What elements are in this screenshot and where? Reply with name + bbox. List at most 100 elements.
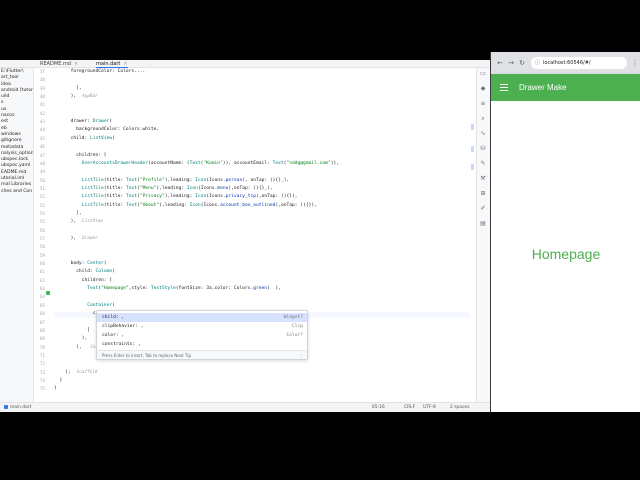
code-line: ListTile(title: Text("Profile"),leading:… bbox=[54, 177, 290, 184]
app-bar-title: Drawer Make bbox=[519, 83, 567, 92]
line-number: 73 bbox=[39, 370, 45, 376]
code-token: ), bbox=[70, 219, 77, 225]
file-encoding[interactable]: UTF-8 bbox=[423, 403, 436, 412]
editor-tab-bar: README.md × main.dart × bbox=[0, 60, 490, 68]
closing-label-hint: Drawer bbox=[82, 236, 98, 241]
doc-icon[interactable]: ▤ bbox=[479, 220, 487, 227]
code-token: ListTile bbox=[81, 185, 104, 191]
forward-icon[interactable]: → bbox=[506, 57, 516, 69]
scroll-marker bbox=[471, 146, 474, 152]
status-file[interactable]: main.dart bbox=[4, 403, 31, 412]
code-token: Icon bbox=[186, 185, 198, 191]
code-line: ], bbox=[54, 86, 82, 92]
hammer-icon[interactable]: ⚒ bbox=[479, 175, 487, 182]
device-icon[interactable]: ▭ bbox=[479, 70, 487, 77]
pen-icon[interactable]: ✐ bbox=[479, 205, 487, 212]
close-icon[interactable]: × bbox=[74, 61, 78, 67]
code-token: (Icons. bbox=[206, 177, 226, 183]
code-token: (Icons. bbox=[197, 185, 218, 191]
line-number: 64 bbox=[39, 295, 45, 301]
line-number-gutter: 37 38 39 40 41 42 43 44 45 46 47 48 49 50 51 52 53 54 55 56… bbox=[34, 68, 54, 402]
code-token: ), bbox=[76, 344, 85, 350]
info-icon[interactable]: ⓘ bbox=[535, 57, 540, 69]
closing-label-hint: ListView bbox=[82, 219, 103, 225]
close-icon[interactable]: × bbox=[123, 61, 127, 67]
code-token: "Profile" bbox=[139, 177, 165, 183]
tab-main-dart[interactable]: main.dart × bbox=[96, 60, 128, 68]
code-token: children: [ bbox=[76, 152, 107, 158]
flutter-icon[interactable]: ◆ bbox=[479, 85, 487, 92]
completion-label: color: , bbox=[102, 333, 125, 338]
project-tree-item[interactable]: ubspec.yaml bbox=[0, 163, 33, 169]
more-icon[interactable]: ⋮ bbox=[299, 351, 303, 360]
performance-icon[interactable]: ∿ bbox=[479, 130, 487, 137]
line-number: 50 bbox=[39, 178, 45, 184]
tool-icon[interactable]: ✎ bbox=[479, 160, 487, 167]
outline-icon[interactable]: ≡ bbox=[479, 100, 487, 107]
gutter-change-marker bbox=[46, 291, 50, 295]
caret-position[interactable]: 65:16 bbox=[372, 403, 385, 412]
completion-type: Clip bbox=[291, 324, 303, 329]
completion-item[interactable]: child: , Widget? bbox=[97, 313, 307, 322]
code-token: privacy_tip bbox=[225, 194, 257, 200]
line-number: 58 bbox=[39, 245, 45, 251]
tab-readme[interactable]: README.md × bbox=[40, 60, 78, 68]
address-bar[interactable]: ⓘ localhost:60546/#/ bbox=[531, 57, 627, 69]
code-line: ListTile(title: Text("Privacy"),leading:… bbox=[54, 194, 298, 200]
database-icon[interactable]: ⛁ bbox=[479, 145, 487, 152]
browser-window: ← → ↻ ⓘ localhost:60546/#/ ⋮ Drawer Make… bbox=[490, 52, 640, 412]
code-token: Text bbox=[125, 202, 138, 208]
code-token: Drawer bbox=[92, 119, 110, 125]
status-file-label: main.dart bbox=[10, 405, 32, 410]
line-separator[interactable]: CRLF bbox=[404, 403, 415, 412]
line-number: 57 bbox=[39, 237, 45, 242]
browser-menu-icon[interactable]: ⋮ bbox=[631, 57, 639, 69]
line-number: 37 bbox=[39, 70, 45, 75]
line-number: 44 bbox=[39, 128, 45, 134]
code-token: } bbox=[59, 377, 63, 383]
inspector-icon[interactable]: ⌕ bbox=[479, 115, 487, 122]
code-token: ), onTap: (){}_), bbox=[242, 177, 290, 183]
code-line: ListTile(title: Text("Menu"),leading: Ic… bbox=[54, 186, 273, 192]
status-bar: main.dart 65:16 CRLF UTF-8 2 spaces bbox=[0, 402, 490, 412]
line-number: 65 bbox=[39, 303, 45, 309]
line-number: 60 bbox=[39, 262, 45, 268]
code-token: ( bbox=[112, 135, 115, 141]
code-line: Container( bbox=[54, 303, 115, 309]
line-number: 51 bbox=[39, 186, 45, 192]
code-line: child: Column( bbox=[54, 269, 115, 275]
completion-item[interactable]: constraints: , bbox=[97, 340, 307, 349]
code-token: drawer: bbox=[70, 119, 93, 125]
project-tree-item[interactable]: rnal Libraries bbox=[0, 182, 33, 188]
completion-item[interactable]: color: , Color? bbox=[97, 331, 307, 340]
line-number: 68 bbox=[39, 328, 45, 334]
indent-setting[interactable]: 2 spaces bbox=[450, 403, 469, 412]
plugin-icon[interactable]: ⊞ bbox=[479, 190, 487, 197]
completion-hint: Press Enter to insert, Tab to replace Ne… bbox=[102, 353, 191, 358]
code-line: } bbox=[54, 377, 63, 384]
code-token: "About" bbox=[139, 202, 160, 208]
menu-icon[interactable] bbox=[500, 84, 508, 92]
project-tree-item[interactable]: ches and Con bbox=[0, 189, 33, 195]
tab-label: README.md bbox=[40, 61, 72, 67]
reload-icon[interactable]: ↻ bbox=[517, 57, 527, 69]
line-number: 48 bbox=[39, 161, 45, 167]
code-token: person bbox=[225, 177, 243, 183]
code-token: ListTile bbox=[81, 194, 104, 200]
line-number: 46 bbox=[39, 145, 45, 151]
code-token: ( bbox=[109, 119, 113, 125]
code-line: ), Cen bbox=[54, 345, 98, 351]
code-line: body: Center( bbox=[54, 261, 107, 267]
code-line: Text("Homepage",style: TextStyle(fontSiz… bbox=[54, 286, 281, 292]
back-icon[interactable]: ← bbox=[495, 57, 505, 69]
completion-item[interactable]: clipBehavior: , Clip bbox=[97, 322, 307, 331]
code-token: ( bbox=[103, 261, 107, 267]
code-token: ),leading: bbox=[159, 202, 190, 208]
line-number: 49 bbox=[39, 170, 45, 176]
